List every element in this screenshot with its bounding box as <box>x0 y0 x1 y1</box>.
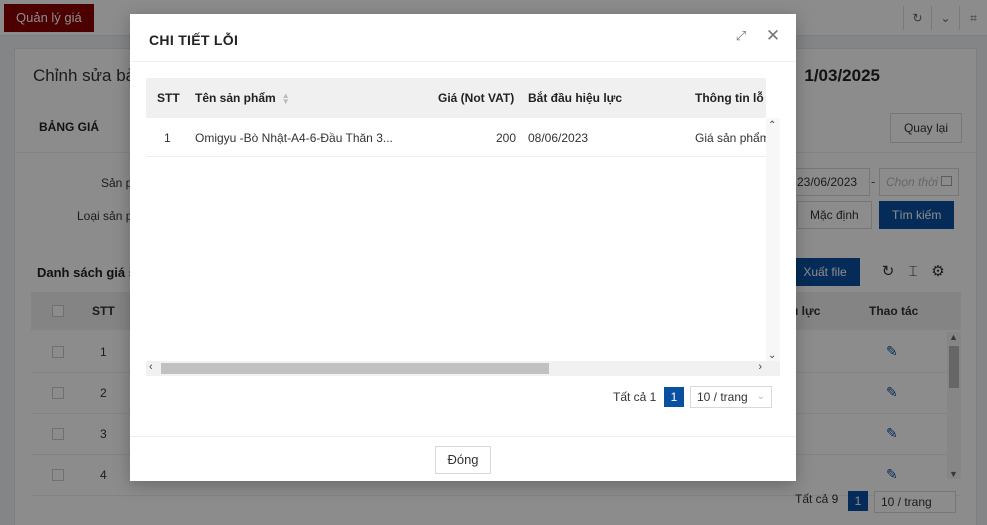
row-product-name: Omigyu -Bò Nhật-A4-6-Đầu Thăn 3... <box>195 131 393 145</box>
column-product-name[interactable]: Tên sản phẩm ▲ ▼ <box>195 91 290 105</box>
page-size-value: 10 / trang <box>697 390 748 404</box>
row-price: 200 <box>496 131 517 145</box>
close-button[interactable]: Đóng <box>435 446 491 474</box>
scroll-right-icon[interactable]: › <box>758 361 762 373</box>
pagination-total: Tất cả 1 <box>613 390 657 404</box>
modal-footer-divider <box>130 436 796 437</box>
column-price: Giá (Not VAT) <box>438 91 515 105</box>
row-stt: 1 <box>164 131 171 145</box>
column-product-name-label: Tên sản phẩm <box>195 91 276 105</box>
pagination-page[interactable]: 1 <box>664 387 684 407</box>
scroll-left-icon[interactable]: ‹ <box>149 361 153 373</box>
error-table-horizontal-scrollbar[interactable]: ‹ › <box>146 361 780 376</box>
column-stt: STT <box>157 91 180 105</box>
error-detail-modal: CHI TIẾT LỖI ⤢ ✕ STT Tên sản phẩm ▲ ▼ Giá … <box>130 14 796 481</box>
row-start-date: 08/06/2023 <box>528 131 589 145</box>
scroll-down-icon[interactable]: ⌄ <box>768 350 776 361</box>
error-table-header: STT Tên sản phẩm ▲ ▼ Giá (Not VAT) Bắt đầu… <box>146 78 766 118</box>
scroll-up-icon[interactable]: ⌃ <box>768 120 776 131</box>
modal-header-divider <box>130 61 796 62</box>
sort-icon[interactable]: ▲ ▼ <box>282 91 290 105</box>
modal-title: CHI TIẾT LỖI <box>149 32 239 48</box>
row-error-info: Giá sản phẩm <box>695 131 770 145</box>
table-row: 1 Omigyu -Bò Nhật-A4-6-Đầu Thăn 3... 200… <box>146 118 770 157</box>
error-table: STT Tên sản phẩm ▲ ▼ Giá (Not VAT) Bắt đầu… <box>146 78 780 376</box>
error-table-vertical-scrollbar[interactable]: ⌃ ⌄ <box>766 118 780 363</box>
chevron-down-icon: ⌄ <box>756 391 765 402</box>
column-error-info: Thông tin lỗ <box>695 91 764 105</box>
page-size-select[interactable]: 10 / trang ⌄ <box>690 386 772 408</box>
expand-icon[interactable]: ⤢ <box>733 28 749 44</box>
close-icon[interactable]: ✕ <box>764 27 782 45</box>
column-start-date: Bắt đầu hiệu lực <box>528 91 623 105</box>
horizontal-scroll-thumb[interactable] <box>161 363 549 374</box>
